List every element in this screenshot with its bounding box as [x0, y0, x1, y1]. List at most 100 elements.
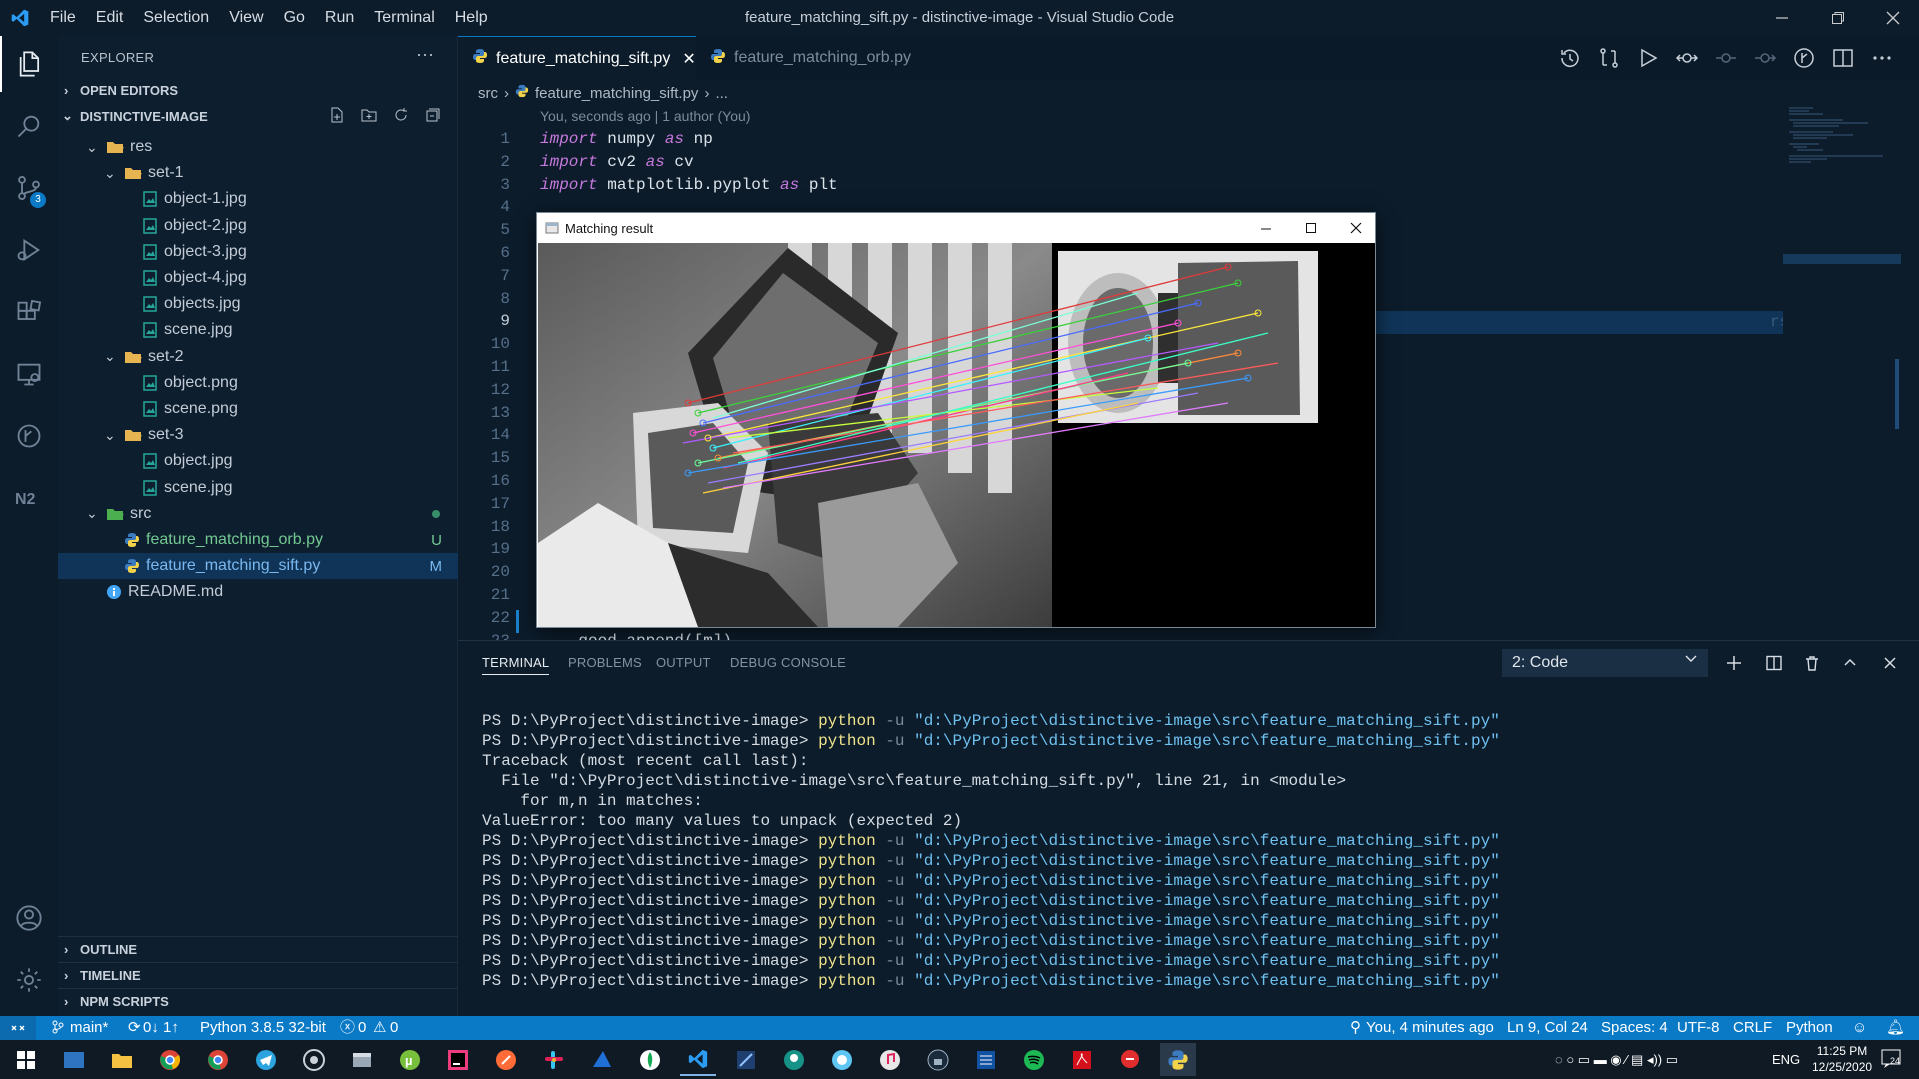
close-tab-icon[interactable]: ✕ [682, 49, 695, 69]
cursor-position[interactable]: Ln 9, Col 24 [1507, 1016, 1588, 1040]
tree-item[interactable]: objects.jpg [58, 291, 458, 317]
error-count[interactable]: 0 [358, 1016, 366, 1040]
match-maximize-button[interactable] [1302, 219, 1320, 237]
match-close-button[interactable] [1347, 219, 1365, 237]
new-file-icon[interactable] [328, 106, 346, 124]
menu-edit[interactable]: Edit [86, 0, 134, 36]
extensions-icon[interactable] [0, 284, 58, 340]
new-folder-icon[interactable] [360, 106, 378, 124]
tab-output[interactable]: OUTPUT [656, 655, 711, 670]
mongodb-icon[interactable] [632, 1043, 668, 1076]
git-commit-icon[interactable] [1675, 46, 1699, 70]
status-blame[interactable]: You, 4 minutes ago [1366, 1016, 1494, 1040]
tab-feature-matching-sift[interactable]: feature_matching_sift.py ✕ [458, 36, 696, 80]
tree-item[interactable]: object-2.jpg [58, 213, 458, 239]
tab-problems[interactable]: PROBLEMS [568, 655, 642, 670]
breadcrumb-folder[interactable]: src [478, 85, 498, 102]
compare-changes-icon[interactable] [1597, 46, 1621, 70]
npm-scripts-section[interactable]: › NPM SCRIPTS [58, 988, 458, 1014]
vscode-taskbar-icon[interactable] [680, 1043, 716, 1076]
refresh-icon[interactable] [392, 106, 410, 124]
file-explorer-icon[interactable] [104, 1043, 140, 1076]
tray-icons[interactable]: ◌ ○ ▭ ▬ ◉ ∕ ▤ ◂)) ▭ [1555, 1040, 1678, 1079]
account-icon[interactable] [0, 890, 58, 946]
tree-item[interactable]: scene.jpg [58, 475, 458, 501]
telegram-icon[interactable] [248, 1043, 284, 1076]
git-branch[interactable]: main* [70, 1016, 108, 1040]
clock[interactable]: 11:25 PM 12/25/2020 [1812, 1043, 1872, 1075]
tree-item[interactable]: scene.png [58, 396, 458, 422]
task-view-icon[interactable] [56, 1043, 92, 1076]
maximize-panel-icon[interactable] [1836, 649, 1864, 677]
tree-item[interactable]: object.png [58, 370, 458, 396]
menu-file[interactable]: File [40, 0, 86, 36]
split-editor-icon[interactable] [1831, 46, 1855, 70]
chrome-profile-icon[interactable] [200, 1043, 236, 1076]
tree-item[interactable]: README.md [58, 579, 458, 605]
history-icon[interactable] [1558, 46, 1582, 70]
code-line[interactable]: import matplotlib.pyplot as plt [540, 174, 838, 197]
git-graph-icon[interactable] [0, 408, 58, 464]
calculator-icon[interactable] [968, 1043, 1004, 1076]
obs-icon[interactable] [296, 1043, 332, 1076]
jetbrains-icon[interactable] [440, 1043, 476, 1076]
menu-go[interactable]: Go [274, 0, 315, 36]
line-ending[interactable]: CRLF [1733, 1016, 1772, 1040]
source-control-icon[interactable]: 3 [0, 160, 58, 216]
terminal-output[interactable]: PS D:\PyProject\distinctive-image> pytho… [482, 711, 1500, 991]
split-terminal-icon[interactable] [1760, 649, 1788, 677]
tree-item[interactable]: ⌄ src [58, 501, 458, 527]
close-panel-icon[interactable] [1876, 649, 1904, 677]
n2-extension-icon[interactable]: N2 [0, 470, 58, 526]
breadcrumb-more[interactable]: ... [715, 85, 728, 102]
minimize-button[interactable] [1759, 0, 1805, 36]
tree-item[interactable]: ⌄ res [58, 134, 458, 160]
code-line[interactable]: import cv2 as cv [540, 151, 694, 174]
remote-icon[interactable] [0, 1016, 36, 1040]
open-editors-section[interactable]: › OPEN EDITORS [58, 77, 458, 103]
timeline-section[interactable]: › TIMELINE [58, 962, 458, 988]
tab-debug-console[interactable]: DEBUG CONSOLE [730, 655, 846, 670]
tree-item[interactable]: feature_matching_sift.py M [58, 553, 458, 580]
messenger-icon[interactable] [1112, 1043, 1148, 1076]
python-interpreter[interactable]: Python 3.8.5 32-bit [200, 1016, 326, 1040]
action-center-icon[interactable]: 24 [1880, 1048, 1904, 1070]
search-icon[interactable] [0, 98, 58, 154]
gitkraken-icon[interactable] [776, 1043, 812, 1076]
edge-icon[interactable] [584, 1043, 620, 1076]
tree-item[interactable]: ⌄ set-3 [58, 422, 458, 448]
tree-item[interactable]: object-4.jpg [58, 265, 458, 291]
chrome-icon[interactable] [152, 1043, 188, 1076]
acrobat-icon[interactable] [1064, 1043, 1100, 1076]
windows-start-icon[interactable] [8, 1043, 44, 1076]
menu-selection[interactable]: Selection [133, 0, 219, 36]
restore-button[interactable] [1815, 0, 1861, 36]
tree-item[interactable]: ⌄ set-2 [58, 344, 458, 370]
menu-help[interactable]: Help [445, 0, 498, 36]
snipping-tool-icon[interactable] [728, 1043, 764, 1076]
project-section[interactable]: ⌄ DISTINCTIVE-IMAGE [58, 103, 458, 129]
settings-gear-icon[interactable] [0, 952, 58, 1008]
music-app-icon[interactable] [872, 1043, 908, 1076]
tree-item[interactable]: scene.jpg [58, 317, 458, 343]
tree-item[interactable]: object-3.jpg [58, 239, 458, 265]
menu-run[interactable]: Run [315, 0, 364, 36]
minimap[interactable] [1783, 104, 1901, 640]
feedback-icon[interactable]: ☺ [1852, 1016, 1867, 1040]
tree-item[interactable]: feature_matching_orb.py U [58, 527, 458, 553]
warning-count[interactable]: 0 [390, 1016, 398, 1040]
vpn-icon[interactable] [920, 1043, 956, 1076]
git-lens-icon[interactable] [1792, 46, 1816, 70]
postman-icon[interactable] [488, 1043, 524, 1076]
tab-terminal[interactable]: TERMINAL [482, 655, 550, 675]
terminal-selector[interactable]: 2: Code [1502, 649, 1708, 677]
kill-terminal-icon[interactable] [1798, 649, 1826, 677]
breadcrumb-file[interactable]: feature_matching_sift.py [535, 85, 698, 102]
indentation[interactable]: Spaces: 4 [1601, 1016, 1668, 1040]
collapse-all-icon[interactable] [424, 106, 442, 124]
archive-icon[interactable] [344, 1043, 380, 1076]
input-language[interactable]: ENG [1772, 1040, 1800, 1079]
scrollbar-thumb[interactable] [1895, 359, 1899, 429]
match-minimize-button[interactable] [1257, 219, 1275, 237]
browser-icon[interactable] [824, 1043, 860, 1076]
